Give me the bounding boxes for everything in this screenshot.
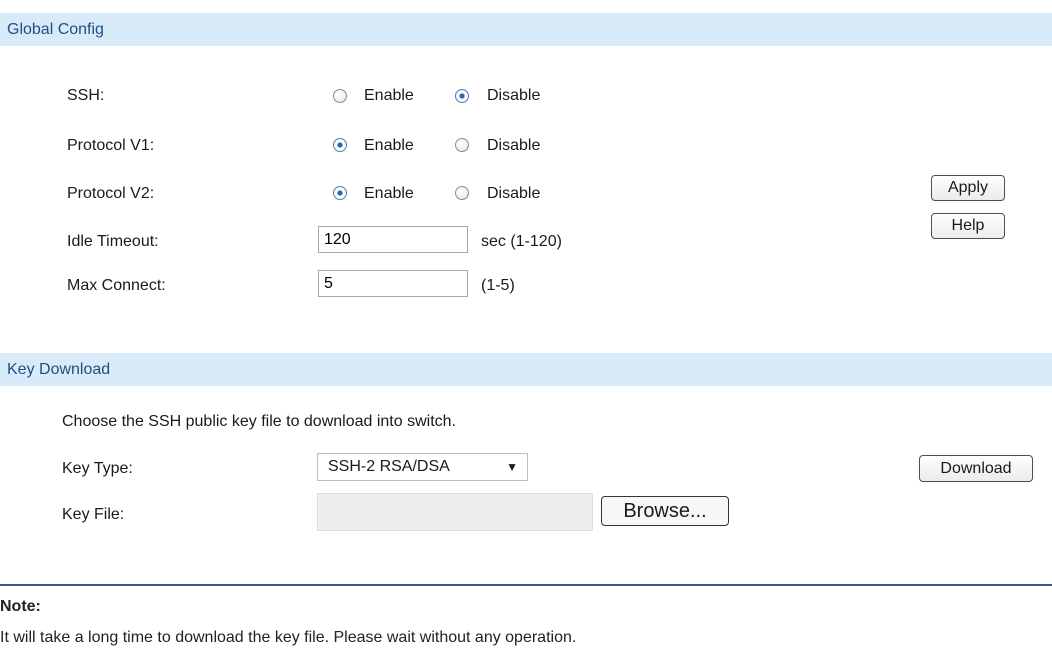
key-file-label: Key File: [62, 506, 125, 523]
ssh-label: SSH: [67, 87, 105, 104]
help-button[interactable]: Help [931, 213, 1005, 239]
note-title: Note: [0, 598, 41, 615]
protocol-v1-disable-label[interactable]: Disable [487, 136, 540, 156]
protocol-v2-disable-radio[interactable] [455, 186, 469, 200]
idle-timeout-hint: sec (1-120) [481, 233, 562, 250]
global-config-header: Global Config [0, 13, 1052, 46]
key-type-value: SSH-2 RSA/DSA [328, 458, 450, 475]
browse-button[interactable]: Browse... [601, 496, 729, 526]
protocol-v1-enable-radio[interactable] [333, 138, 347, 152]
key-type-select[interactable]: SSH-2 RSA/DSA ▼ [317, 453, 528, 481]
key-download-header: Key Download [0, 353, 1052, 386]
key-type-label: Key Type: [62, 460, 133, 477]
ssh-disable-label[interactable]: Disable [487, 86, 540, 106]
key-download-description: Choose the SSH public key file to downlo… [62, 413, 456, 430]
protocol-v2-disable-label[interactable]: Disable [487, 184, 540, 204]
idle-timeout-input[interactable] [318, 226, 468, 253]
note-divider [0, 584, 1052, 586]
ssh-enable-label[interactable]: Enable [364, 86, 414, 106]
protocol-v2-enable-radio[interactable] [333, 186, 347, 200]
note-text: It will take a long time to download the… [0, 629, 577, 646]
ssh-disable-radio[interactable] [455, 89, 469, 103]
protocol-v1-label: Protocol V1: [67, 137, 155, 154]
protocol-v2-enable-label[interactable]: Enable [364, 184, 414, 204]
apply-button[interactable]: Apply [931, 175, 1005, 201]
key-file-input[interactable] [317, 493, 593, 531]
download-button[interactable]: Download [919, 455, 1033, 482]
protocol-v2-label: Protocol V2: [67, 185, 155, 202]
protocol-v1-enable-label[interactable]: Enable [364, 136, 414, 156]
max-connect-hint: (1-5) [481, 277, 515, 294]
idle-timeout-label: Idle Timeout: [67, 233, 159, 250]
chevron-down-icon: ▼ [506, 460, 518, 474]
ssh-enable-radio[interactable] [333, 89, 347, 103]
max-connect-label: Max Connect: [67, 277, 166, 294]
protocol-v1-disable-radio[interactable] [455, 138, 469, 152]
max-connect-input[interactable] [318, 270, 468, 297]
